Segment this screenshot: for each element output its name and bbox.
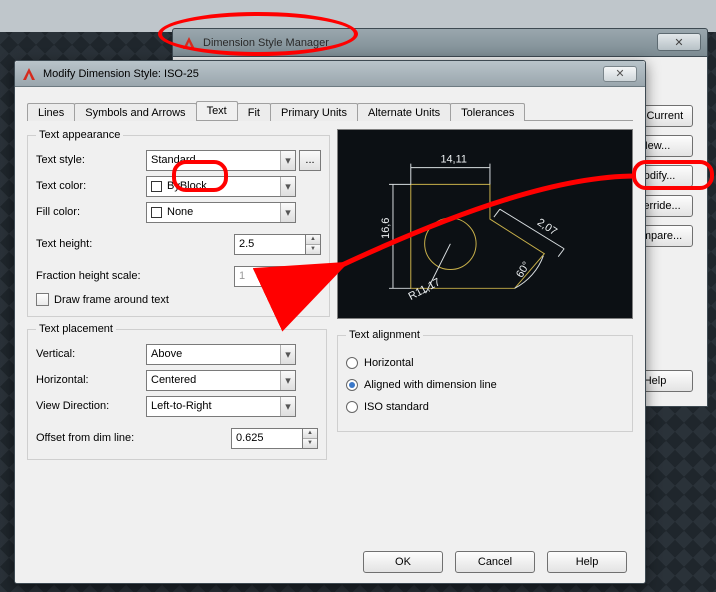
input-fraction-scale [234, 266, 306, 287]
chevron-down-icon: ▾ [280, 151, 295, 170]
label-vertical: Vertical: [36, 348, 146, 360]
radio-aligned[interactable]: Aligned with dimension line [346, 379, 624, 391]
spinner-fraction-scale: ▲ ▼ [306, 266, 321, 287]
dialog-help-button[interactable]: Help [547, 551, 627, 573]
tab-fit[interactable]: Fit [237, 103, 271, 121]
dimstyle-preview: 14,11 16,6 2,07 60° R11,17 [337, 129, 633, 319]
checkbox-icon [36, 293, 49, 306]
chevron-down-icon: ▾ [280, 397, 295, 416]
tabstrip: Lines Symbols and Arrows Text Fit Primar… [27, 99, 633, 121]
label-fraction-scale: Fraction height scale: [36, 270, 176, 282]
input-offset[interactable] [231, 428, 303, 449]
svg-text:16,6: 16,6 [380, 218, 392, 239]
label-fill-color: Fill color: [36, 206, 146, 218]
label-horizontal: Horizontal: [36, 374, 146, 386]
tab-text[interactable]: Text [196, 101, 238, 120]
svg-text:2,07: 2,07 [535, 216, 559, 238]
caret-up-icon: ▲ [306, 235, 320, 245]
app-icon [181, 35, 197, 51]
legend-placement: Text placement [36, 323, 116, 335]
select-vertical[interactable]: Above ▾ [146, 344, 296, 365]
dialog-titlebar: Modify Dimension Style: ISO-25 ✕ [15, 61, 645, 87]
text-style-browse-button[interactable]: ... [299, 150, 321, 171]
radio-icon [346, 379, 358, 391]
app-icon [21, 66, 37, 82]
label-offset: Offset from dim line: [36, 432, 176, 444]
legend-appearance: Text appearance [36, 129, 123, 141]
dialog-title: Modify Dimension Style: ISO-25 [43, 68, 199, 80]
close-icon: ✕ [674, 36, 683, 49]
select-view-direction[interactable]: Left-to-Right ▾ [146, 396, 296, 417]
group-text-alignment: Text alignment Horizontal Aligned with d… [337, 329, 633, 432]
svg-text:R11,17: R11,17 [407, 276, 443, 303]
cancel-button[interactable]: Cancel [455, 551, 535, 573]
label-view-direction: View Direction: [36, 400, 146, 412]
caret-down-icon: ▼ [306, 277, 320, 286]
tab-symbols-arrows[interactable]: Symbols and Arrows [74, 103, 196, 121]
dialog-close-button[interactable]: ✕ [603, 66, 637, 82]
label-draw-frame: Draw frame around text [54, 294, 169, 306]
radio-icon [346, 357, 358, 369]
dialog-footer: OK Cancel Help [15, 541, 645, 583]
chevron-down-icon: ▾ [280, 203, 295, 222]
chevron-down-icon: ▾ [280, 177, 295, 196]
tab-lines[interactable]: Lines [27, 103, 75, 121]
caret-up-icon: ▲ [306, 267, 320, 277]
label-text-style: Text style: [36, 154, 146, 166]
chevron-down-icon: ▾ [280, 371, 295, 390]
select-text-color[interactable]: ByBlock ▾ [146, 176, 296, 197]
chevron-down-icon: ▾ [280, 345, 295, 364]
label-text-height: Text height: [36, 238, 146, 250]
close-icon: ✕ [615, 67, 624, 80]
svg-text:14,11: 14,11 [440, 154, 466, 166]
input-text-height[interactable] [234, 234, 306, 255]
radio-iso[interactable]: ISO standard [346, 401, 624, 413]
manager-close-button[interactable]: ✕ [657, 33, 701, 51]
radio-icon [346, 401, 358, 413]
manager-titlebar: Dimension Style Manager ✕ [172, 28, 708, 57]
label-text-color: Text color: [36, 180, 146, 192]
caret-down-icon: ▼ [306, 245, 320, 254]
caret-up-icon: ▲ [303, 429, 317, 439]
caret-down-icon: ▼ [303, 439, 317, 448]
manager-title: Dimension Style Manager [203, 37, 329, 49]
spinner-text-height[interactable]: ▲ ▼ [306, 234, 321, 255]
checkbox-draw-frame[interactable]: Draw frame around text [36, 293, 321, 306]
tab-primary-units[interactable]: Primary Units [270, 103, 358, 121]
select-text-style[interactable]: Standard ▾ [146, 150, 296, 171]
color-swatch-icon [151, 181, 162, 192]
group-text-appearance: Text appearance Text style: Standard ▾ .… [27, 129, 330, 317]
tab-alternate-units[interactable]: Alternate Units [357, 103, 451, 121]
color-swatch-icon [151, 207, 162, 218]
modify-dimstyle-dialog: Modify Dimension Style: ISO-25 ✕ Lines S… [14, 60, 646, 584]
radio-horizontal[interactable]: Horizontal [346, 357, 624, 369]
select-horizontal[interactable]: Centered ▾ [146, 370, 296, 391]
select-fill-color[interactable]: None ▾ [146, 202, 296, 223]
tab-tolerances[interactable]: Tolerances [450, 103, 525, 121]
legend-alignment: Text alignment [346, 329, 423, 341]
ok-button[interactable]: OK [363, 551, 443, 573]
spinner-offset[interactable]: ▲ ▼ [303, 428, 318, 449]
group-text-placement: Text placement Vertical: Above ▾ Horizon… [27, 323, 327, 460]
